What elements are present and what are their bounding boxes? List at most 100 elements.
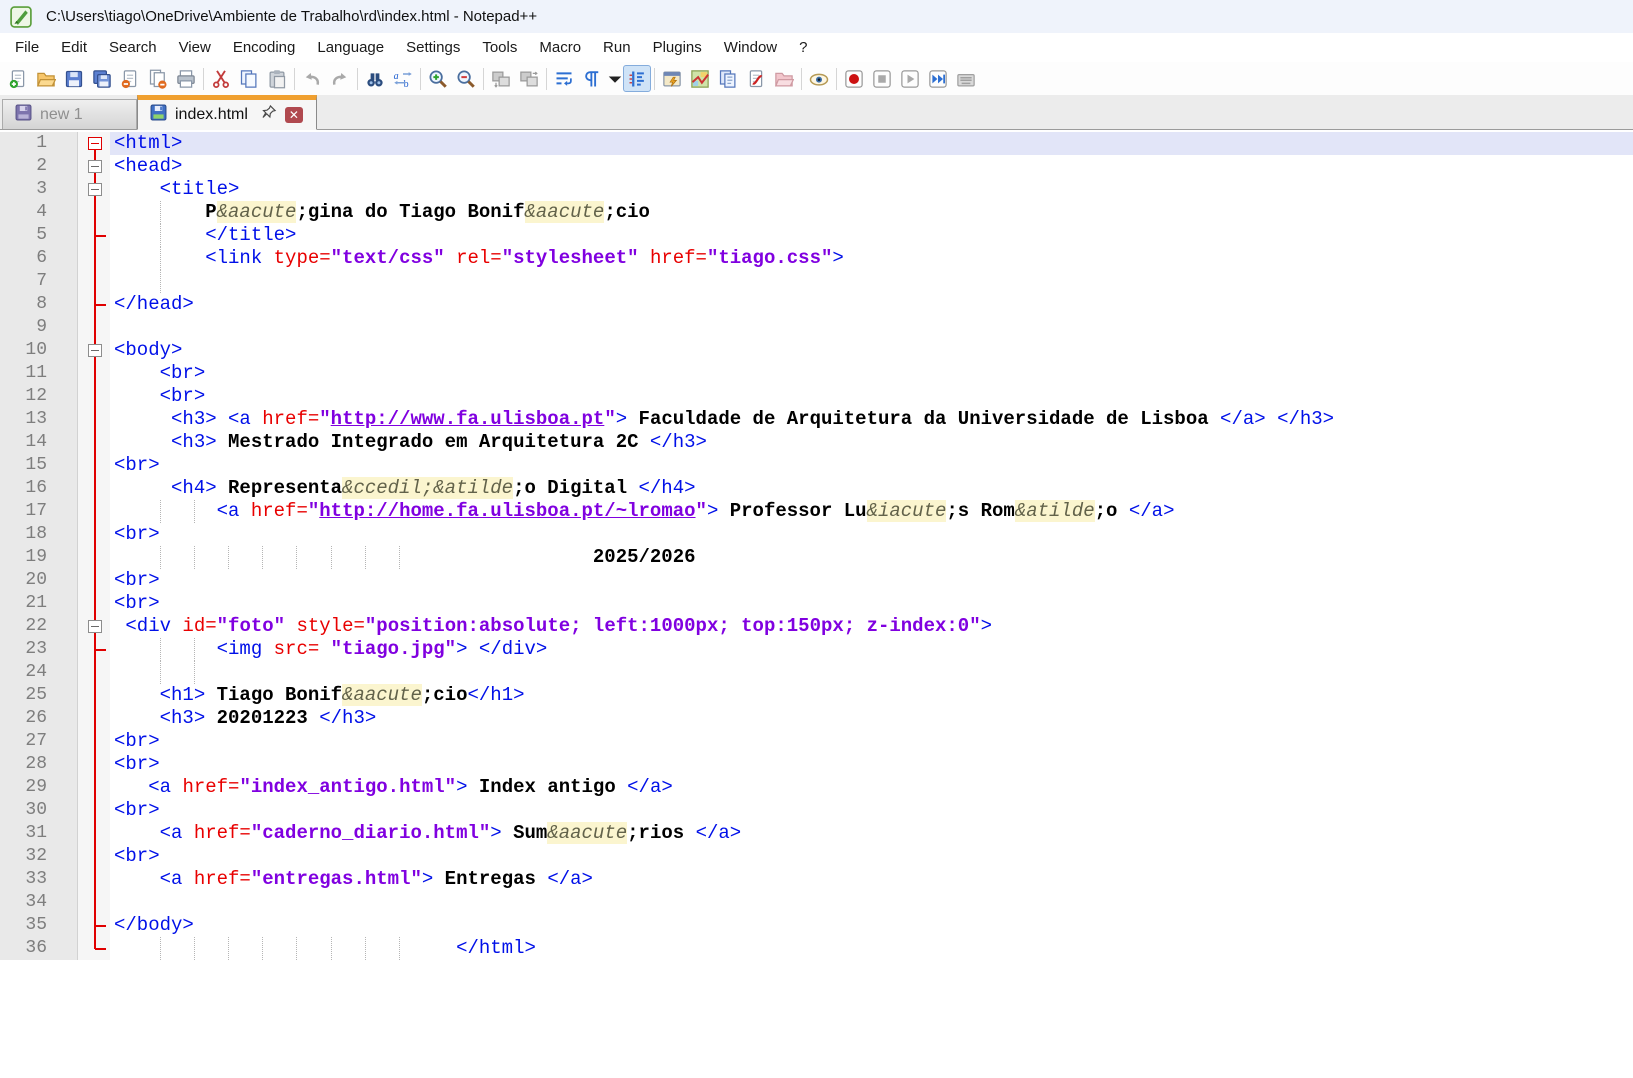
function-list-button[interactable] — [742, 65, 770, 92]
document-list-button[interactable] — [714, 65, 742, 92]
code-text[interactable]: <h4> Representa&ccedil;&atilde;o Digital… — [110, 477, 1633, 500]
code-text[interactable]: <h1> Tiago Bonif&aacute;cio</h1> — [110, 684, 1633, 707]
code-line-6[interactable]: 6 <link type="text/css" rel="stylesheet"… — [0, 247, 1633, 270]
code-text[interactable]: <head> — [110, 155, 1633, 178]
code-line-20[interactable]: 20 <br> — [0, 569, 1633, 592]
close-tab-icon[interactable]: ✕ — [284, 106, 303, 123]
open-file-button[interactable] — [32, 65, 60, 92]
code-text[interactable]: <br> — [110, 753, 1633, 776]
code-line-23[interactable]: 23 <img src= "tiago.jpg"> </div> — [0, 638, 1633, 661]
fold-collapse-icon[interactable] — [88, 620, 102, 633]
code-line-32[interactable]: 32 <br> — [0, 845, 1633, 868]
preview-eye-button[interactable] — [805, 65, 833, 92]
pin-icon[interactable] — [256, 104, 277, 126]
code-line-16[interactable]: 16 <h4> Representa&ccedil;&atilde;o Digi… — [0, 477, 1633, 500]
code-line-28[interactable]: 28 <br> — [0, 753, 1633, 776]
code-text[interactable]: <link type="text/css" rel="stylesheet" h… — [110, 247, 1633, 270]
code-text[interactable]: <div id="foto" style="position:absolute;… — [110, 615, 1633, 638]
code-text[interactable]: <h3> 20201223 </h3> — [110, 707, 1633, 730]
menu-help[interactable]: ? — [788, 35, 818, 60]
code-line-12[interactable]: 12 <br> — [0, 385, 1633, 408]
code-editor[interactable]: 1 <html> 2 <head> 3 <title> 4 P&aacute;gina d… — [0, 130, 1633, 1078]
code-text[interactable]: <br> — [110, 730, 1633, 753]
copy-button[interactable] — [235, 65, 263, 92]
menu-search[interactable]: Search — [98, 35, 168, 60]
code-line-7[interactable]: 7 — [0, 270, 1633, 293]
code-text[interactable]: <title> — [110, 178, 1633, 201]
code-text[interactable]: </head> — [110, 293, 1633, 316]
record-macro-button[interactable] — [840, 65, 868, 92]
run-macro-multiple-button[interactable] — [924, 65, 952, 92]
paste-button[interactable] — [263, 65, 291, 92]
code-text[interactable]: <br> — [110, 592, 1633, 615]
code-line-35[interactable]: 35 </body> — [0, 914, 1633, 937]
code-text[interactable]: <a href="http://home.fa.ulisboa.pt/~lrom… — [110, 500, 1633, 523]
code-line-3[interactable]: 3 <title> — [0, 178, 1633, 201]
fold-margin[interactable] — [78, 615, 110, 638]
code-line-10[interactable]: 10 <body> — [0, 339, 1633, 362]
code-line-13[interactable]: 13 <h3> <a href="http://www.fa.ulisboa.p… — [0, 408, 1633, 431]
code-text[interactable]: <br> — [110, 362, 1633, 385]
code-line-11[interactable]: 11 <br> — [0, 362, 1633, 385]
code-line-34[interactable]: 34 — [0, 891, 1633, 914]
user-commands-button[interactable] — [658, 65, 686, 92]
code-line-31[interactable]: 31 <a href="caderno_diario.html"> Sum&aa… — [0, 822, 1633, 845]
code-text[interactable]: </html> — [110, 937, 1633, 960]
code-line-18[interactable]: 18 <br> — [0, 523, 1633, 546]
code-line-5[interactable]: 5 </title> — [0, 224, 1633, 247]
code-text[interactable]: <html> — [110, 132, 1633, 155]
show-all-chars-button[interactable] — [578, 65, 606, 92]
sync-horizontal-button[interactable] — [515, 65, 543, 92]
word-wrap-button[interactable] — [550, 65, 578, 92]
code-line-36[interactable]: 36 </html> — [0, 937, 1633, 960]
tab-new-1[interactable]: new 1 — [2, 99, 137, 129]
cut-button[interactable] — [207, 65, 235, 92]
stop-macro-button[interactable] — [868, 65, 896, 92]
find-button[interactable] — [361, 65, 389, 92]
code-line-15[interactable]: 15 <br> — [0, 454, 1633, 477]
code-line-19[interactable]: 19 2025/2026 — [0, 546, 1633, 569]
code-line-25[interactable]: 25 <h1> Tiago Bonif&aacute;cio</h1> — [0, 684, 1633, 707]
code-text[interactable]: <a href="entregas.html"> Entregas </a> — [110, 868, 1633, 891]
zoom-out-button[interactable] — [452, 65, 480, 92]
code-line-2[interactable]: 2 <head> — [0, 155, 1633, 178]
code-text[interactable]: <a href="index_antigo.html"> Index antig… — [110, 776, 1633, 799]
menu-macro[interactable]: Macro — [528, 35, 592, 60]
code-text[interactable] — [110, 891, 1633, 914]
tab-index-html[interactable]: index.html ✕ — [137, 95, 317, 130]
code-line-27[interactable]: 27 <br> — [0, 730, 1633, 753]
code-text[interactable] — [110, 270, 1633, 293]
menu-tools[interactable]: Tools — [471, 35, 528, 60]
play-macro-button[interactable] — [896, 65, 924, 92]
new-file-button[interactable] — [4, 65, 32, 92]
code-text[interactable]: <br> — [110, 385, 1633, 408]
fold-collapse-icon[interactable] — [88, 183, 102, 196]
save-all-button[interactable] — [88, 65, 116, 92]
code-text[interactable]: <br> — [110, 454, 1633, 477]
menu-settings[interactable]: Settings — [395, 35, 471, 60]
code-text[interactable]: <br> — [110, 799, 1633, 822]
code-text[interactable]: </body> — [110, 914, 1633, 937]
code-line-4[interactable]: 4 P&aacute;gina do Tiago Bonif&aacute;ci… — [0, 201, 1633, 224]
folder-workspace-button[interactable] — [770, 65, 798, 92]
code-line-9[interactable]: 9 — [0, 316, 1633, 339]
save-button[interactable] — [60, 65, 88, 92]
replace-button[interactable]: ab — [389, 65, 417, 92]
menu-window[interactable]: Window — [713, 35, 788, 60]
menu-encoding[interactable]: Encoding — [222, 35, 307, 60]
fold-margin[interactable] — [78, 132, 110, 155]
code-line-14[interactable]: 14 <h3> Mestrado Integrado em Arquitetur… — [0, 431, 1633, 454]
menu-run[interactable]: Run — [592, 35, 642, 60]
code-line-24[interactable]: 24 — [0, 661, 1633, 684]
code-line-8[interactable]: 8 </head> — [0, 293, 1633, 316]
fold-collapse-icon[interactable] — [88, 160, 102, 173]
zoom-in-button[interactable] — [424, 65, 452, 92]
fold-collapse-icon[interactable] — [88, 137, 102, 150]
code-line-17[interactable]: 17 <a href="http://home.fa.ulisboa.pt/~l… — [0, 500, 1633, 523]
save-macro-button[interactable] — [952, 65, 980, 92]
code-text[interactable] — [110, 661, 1633, 684]
close-all-button[interactable] — [144, 65, 172, 92]
close-file-button[interactable] — [116, 65, 144, 92]
menu-plugins[interactable]: Plugins — [642, 35, 713, 60]
code-text[interactable]: <h3> <a href="http://www.fa.ulisboa.pt">… — [110, 408, 1633, 431]
